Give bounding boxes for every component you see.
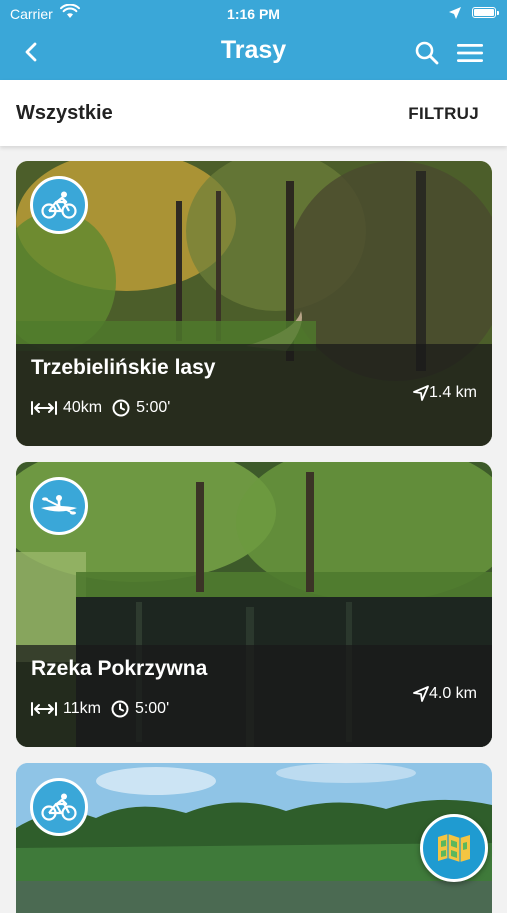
route-duration: 5:00' [136, 399, 171, 416]
bicycle-icon [41, 793, 77, 821]
route-card[interactable]: Trzebielińskie lasy 40km 5:00' 1.4 km [16, 161, 492, 446]
bicycle-icon [41, 191, 77, 219]
length-icon [31, 702, 57, 716]
status-bar: Carrier 1:16 PM [0, 0, 507, 28]
menu-button[interactable] [456, 42, 484, 64]
route-card[interactable]: Rzeka Pokrzywna 11km 5:00' 4.0 km [16, 462, 492, 747]
route-type-badge [30, 176, 88, 234]
map-view-button[interactable] [420, 814, 488, 882]
status-time: 1:16 PM [227, 6, 280, 22]
route-title: Rzeka Pokrzywna [31, 657, 208, 680]
route-distance-group: 4.0 km [413, 685, 477, 703]
route-info-overlay: Trzebielińskie lasy 40km 5:00' 1.4 km [16, 344, 492, 446]
clock-icon [111, 700, 129, 718]
route-duration: 5:00' [134, 700, 170, 717]
route-length: 40km [63, 399, 103, 416]
filter-bar: Wszystkie FILTRUJ [0, 80, 507, 146]
route-meta: 11km 5:00' [31, 700, 169, 718]
filter-button[interactable]: FILTRUJ [408, 104, 479, 124]
app-header: Carrier 1:16 PM Trasy [0, 0, 507, 80]
navigation-arrow-icon [413, 385, 429, 401]
route-type-badge [30, 477, 88, 535]
route-type-badge [30, 778, 88, 836]
kayak-icon [41, 495, 77, 515]
battery-icon [472, 7, 499, 18]
route-distance-group: 1.4 km [413, 384, 477, 402]
navigation-arrow-icon [413, 686, 429, 702]
search-icon [415, 41, 439, 65]
search-button[interactable] [414, 40, 440, 66]
route-meta: 40km 5:00' [31, 399, 170, 417]
location-arrow-icon [448, 6, 462, 23]
map-icon [438, 834, 470, 862]
clock-icon [112, 399, 130, 417]
route-distance: 4.0 km [428, 685, 477, 702]
route-info-overlay: Rzeka Pokrzywna 11km 5:00' 4.0 km [16, 645, 492, 747]
route-length: 11km [63, 700, 101, 717]
route-title: Trzebielińskie lasy [31, 356, 216, 379]
category-label[interactable]: Wszystkie [16, 102, 113, 125]
hamburger-menu-icon [457, 44, 483, 62]
route-distance: 1.4 km [428, 384, 477, 401]
length-icon [31, 401, 57, 415]
